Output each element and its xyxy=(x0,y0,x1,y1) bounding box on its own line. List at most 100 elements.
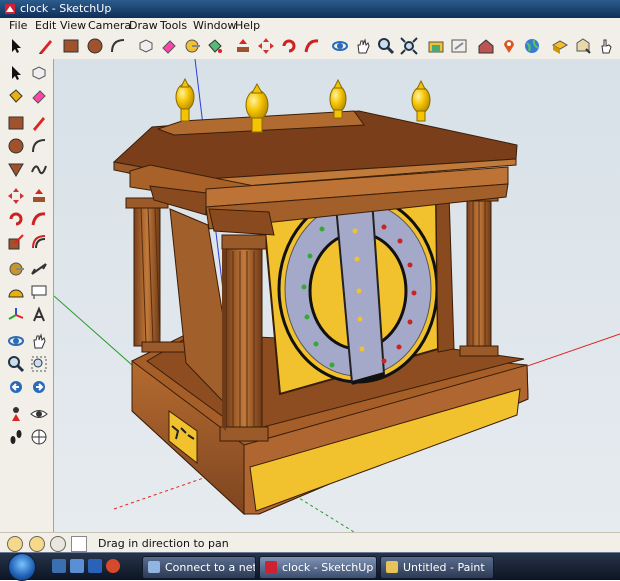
palette-scale-button[interactable] xyxy=(6,232,26,252)
help-question-icon[interactable] xyxy=(50,536,66,552)
start-button[interactable] xyxy=(8,553,36,581)
make-component-button[interactable] xyxy=(136,36,156,56)
palette-circle-button[interactable] xyxy=(6,136,26,156)
rotate-icon xyxy=(9,212,23,226)
palette-walk-button[interactable] xyxy=(6,427,26,447)
paint-bucket-button[interactable] xyxy=(205,36,225,56)
magnifier-icon xyxy=(8,356,25,373)
rotate-tool-button[interactable] xyxy=(279,36,299,56)
house-icon xyxy=(478,39,494,54)
eraser-tool-button[interactable] xyxy=(159,36,179,56)
palette-protractor-button[interactable] xyxy=(6,282,26,302)
palette-previous-view-button[interactable] xyxy=(6,377,26,397)
palette-component-button[interactable] xyxy=(29,63,49,83)
menu-view[interactable]: View xyxy=(60,19,86,32)
palette-freehand-button[interactable] xyxy=(29,159,49,179)
offset-icon xyxy=(32,235,46,249)
interact-button[interactable] xyxy=(596,36,616,56)
palette-section-plane-button[interactable] xyxy=(29,427,49,447)
components-browser-button[interactable] xyxy=(550,36,570,56)
paint-app-icon xyxy=(386,561,398,573)
clock-model xyxy=(54,59,620,532)
geo-location-icon[interactable] xyxy=(7,536,23,552)
taskbar-item-paint[interactable]: Untitled - Paint xyxy=(380,556,494,579)
push-pull-button[interactable] xyxy=(233,36,253,56)
palette-tape-button[interactable] xyxy=(6,259,26,279)
menu-file[interactable]: File xyxy=(9,19,27,32)
palette-offset-button[interactable] xyxy=(29,232,49,252)
palette-zoom-window-button[interactable] xyxy=(29,354,49,374)
circle-tool-button[interactable] xyxy=(85,36,105,56)
dynamic-components-button[interactable] xyxy=(573,36,593,56)
palette-text-button[interactable] xyxy=(29,282,49,302)
palette-rotate-button[interactable] xyxy=(6,209,26,229)
rectangle-tool-button[interactable] xyxy=(61,36,81,56)
palette-move-button[interactable] xyxy=(6,186,26,206)
menu-tools[interactable]: Tools xyxy=(160,19,187,32)
magnifier-icon xyxy=(378,38,395,55)
menu-window[interactable]: Window xyxy=(193,19,236,32)
browser-icon[interactable] xyxy=(106,559,120,573)
internet-explorer-icon[interactable] xyxy=(88,559,102,573)
palette-look-around-button[interactable] xyxy=(29,404,49,424)
palette-position-camera-button[interactable] xyxy=(6,404,26,424)
status-bar: Drag in direction to pan xyxy=(0,532,620,553)
windows-taskbar: Connect to a network clock - SketchUp Un… xyxy=(0,552,620,581)
palette-paint-button[interactable] xyxy=(6,86,26,106)
palette-dimension-button[interactable] xyxy=(29,259,49,279)
palette-pan-button[interactable] xyxy=(29,331,49,351)
show-desktop-icon[interactable] xyxy=(52,559,66,573)
follow-me-button[interactable] xyxy=(302,36,322,56)
credits-icon[interactable] xyxy=(29,536,45,552)
get-models-button[interactable] xyxy=(426,36,446,56)
zoom-extents-button[interactable] xyxy=(399,36,419,56)
menu-camera[interactable]: Camera xyxy=(88,19,131,32)
sketchup-app-icon xyxy=(5,4,15,14)
get-location-button[interactable] xyxy=(499,36,519,56)
palette-next-view-button[interactable] xyxy=(29,377,49,397)
globe-icon xyxy=(525,39,539,53)
sketchup-app-icon xyxy=(265,561,277,573)
drawing-viewport[interactable] xyxy=(54,59,620,533)
palette-arc-button[interactable] xyxy=(29,136,49,156)
arc-icon xyxy=(111,39,125,53)
share-model-button[interactable] xyxy=(449,36,469,56)
pan-tool-button[interactable] xyxy=(353,36,373,56)
orbit-tool-button[interactable] xyxy=(330,36,350,56)
menu-draw[interactable]: Draw xyxy=(129,19,158,32)
move-arrows-icon xyxy=(8,188,24,204)
instructor-toggle-icon[interactable] xyxy=(71,536,87,552)
taskbar-item-network[interactable]: Connect to a network xyxy=(142,556,256,579)
menu-help[interactable]: Help xyxy=(235,19,260,32)
move-arrows-icon xyxy=(258,38,274,54)
palette-select-button[interactable] xyxy=(6,63,26,83)
window-title: clock - SketchUp xyxy=(20,2,112,15)
palette-orbit-button[interactable] xyxy=(6,331,26,351)
line-tool-button[interactable] xyxy=(36,36,56,56)
select-tool-button[interactable] xyxy=(6,36,26,56)
tape-measure-button[interactable] xyxy=(182,36,202,56)
menu-edit[interactable]: Edit xyxy=(35,19,56,32)
arrow-cursor-icon xyxy=(12,39,21,53)
palette-pushpull-button[interactable] xyxy=(29,186,49,206)
protractor-icon xyxy=(8,289,24,298)
arc-icon xyxy=(32,139,46,153)
dimension-icon xyxy=(31,263,47,275)
move-tool-button[interactable] xyxy=(256,36,276,56)
palette-line-button[interactable] xyxy=(29,113,49,133)
arc-tool-button[interactable] xyxy=(108,36,128,56)
taskbar-item-sketchup[interactable]: clock - SketchUp xyxy=(259,556,377,579)
palette-zoom-button[interactable] xyxy=(6,354,26,374)
palette-followme-button[interactable] xyxy=(29,209,49,229)
switch-windows-icon[interactable] xyxy=(70,559,84,573)
palette-eraser-button[interactable] xyxy=(29,86,49,106)
zoom-tool-button[interactable] xyxy=(376,36,396,56)
palette-axes-button[interactable] xyxy=(6,305,26,325)
google-earth-button[interactable] xyxy=(522,36,542,56)
palette-polygon-button[interactable] xyxy=(6,159,26,179)
place-model-button[interactable] xyxy=(476,36,496,56)
zoom-window-icon xyxy=(31,356,47,372)
palette-3dtext-button[interactable] xyxy=(29,305,49,325)
hand-pointer-icon xyxy=(601,39,612,54)
palette-rectangle-button[interactable] xyxy=(6,113,26,133)
